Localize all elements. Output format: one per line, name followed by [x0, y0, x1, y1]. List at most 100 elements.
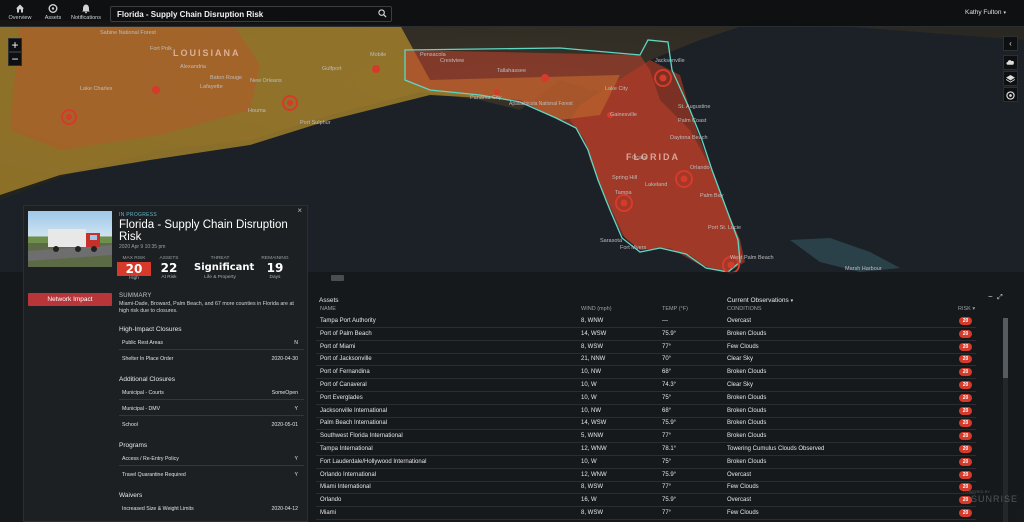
asset-name: Orlando: [320, 497, 342, 504]
stat-max-risk: MAX RISK 20 High: [115, 256, 153, 281]
asset-name: Orlando International: [320, 471, 377, 478]
nav-assets[interactable]: Assets: [37, 3, 69, 21]
city-label: Lakeland: [645, 182, 668, 188]
zoom-in-button[interactable]: +: [8, 38, 22, 52]
col-header-name[interactable]: NAME: [320, 306, 336, 312]
nav-overview[interactable]: Overview: [4, 3, 36, 21]
table-row[interactable]: Palm Beach International 14, WSW 75.9° Brok…: [316, 417, 976, 431]
asset-name: Port of Palm Beach: [320, 330, 372, 337]
col-header-temp[interactable]: TEMP (°F): [662, 306, 688, 312]
table-row[interactable]: Southwest Florida International 5, WNW 77°…: [316, 430, 976, 444]
table-row[interactable]: Tampa Port Authority 8, WNW — Overcast 20: [316, 315, 976, 328]
wind-value: 12, WNW: [581, 471, 607, 478]
search-icon[interactable]: [378, 9, 387, 18]
asset-name: Port of Miami: [320, 343, 356, 350]
nav-notifications[interactable]: Notifications: [70, 3, 102, 21]
collapse-panel-button[interactable]: ‹: [1003, 36, 1018, 51]
city-label: West Palm Beach: [730, 255, 774, 261]
city-label: Mobile: [370, 52, 387, 58]
row-value: 2020-04-30: [271, 356, 298, 362]
table-row[interactable]: Port Everglades 10, W 75° Broken Clouds 20: [316, 392, 976, 405]
asset-name: Fort Lauderdale/Hollywood International: [320, 458, 427, 465]
wind-value: 10, W: [581, 382, 597, 388]
asset-name: Jacksonville International: [320, 407, 388, 414]
col-header-risk[interactable]: RISK ▾: [958, 306, 975, 312]
status-badge: IN PROGRESS: [119, 212, 158, 218]
conditions-value: Broken Clouds: [727, 433, 767, 440]
table-row[interactable]: Orlando International 12, WNW 75.9° Overcas…: [316, 469, 976, 482]
table-row[interactable]: Miami International 8, WSW 77° Few Clouds 20: [316, 481, 976, 495]
temp-value: 77°: [662, 433, 672, 440]
row-label: Travel Quarantine Required: [122, 472, 186, 478]
event-date: 2020 Apr 9 10:35 pm: [119, 244, 166, 250]
asset-name: Miami International: [320, 484, 371, 491]
city-label: St. Augustine: [678, 104, 711, 110]
chevron-left-icon: ‹: [1009, 39, 1012, 48]
risk-badge: 20: [959, 393, 972, 402]
row-value: Y: [294, 456, 298, 462]
row-label: Public Rest Areas: [122, 340, 163, 346]
network-impact-button[interactable]: Network Impact: [28, 293, 112, 306]
section-row: Municipal - Courts SomeOpen: [122, 390, 302, 396]
nav-assets-label: Assets: [44, 15, 62, 21]
table-row[interactable]: Orlando 16, W 75.9° Overcast 20: [316, 494, 976, 508]
table-row[interactable]: Jacksonville International 10, NW 68° Broke…: [316, 405, 976, 418]
city-label: Gainesville: [610, 112, 637, 118]
wind-value: 10, NW: [581, 369, 602, 376]
truck-image: [28, 229, 112, 267]
layers-button[interactable]: [1003, 71, 1018, 86]
row-label: School: [122, 422, 138, 428]
asset-name: Southwest Florida International: [320, 433, 403, 440]
row-label: Municipal - Courts: [122, 390, 164, 396]
conditions-value: Clear Sky: [727, 356, 754, 363]
temp-value: 75.9°: [662, 497, 677, 504]
table-row[interactable]: Port of Fernandina 10, NW 68° Broken Clouds…: [316, 366, 976, 380]
city-label: Alexandria: [180, 64, 206, 70]
table-row[interactable]: Miami 8, WSW 77° Few Clouds 20: [316, 507, 976, 520]
expand-icon[interactable]: ⤢: [997, 294, 1003, 301]
row-value: Y: [294, 406, 298, 412]
close-icon[interactable]: ×: [297, 206, 302, 215]
table-row[interactable]: Port of Miami 8, WSW 77° Few Clouds 20: [316, 341, 976, 354]
section-row: Shelter In Place Order 2020-04-30: [122, 356, 302, 362]
temp-value: 77°: [662, 510, 672, 516]
city-label: Port St. Lucie: [708, 225, 742, 231]
wind-value: 10, W: [581, 394, 597, 401]
stat-sub: At Risk: [161, 275, 177, 280]
nav-notifications-label: Notifications: [71, 15, 101, 21]
legend-button[interactable]: [1003, 87, 1018, 102]
conditions-value: Broken Clouds: [727, 394, 767, 401]
current-observations-dropdown[interactable]: Current Observations ▾: [727, 297, 793, 304]
minimize-icon[interactable]: −: [988, 292, 993, 301]
row-label: Access / Re-Entry Policy: [122, 456, 179, 462]
panel-resize-handle[interactable]: [331, 275, 344, 281]
col-header-conditions[interactable]: CONDITIONS: [727, 306, 762, 312]
user-menu[interactable]: Kathy Fulton ▾: [965, 9, 1006, 16]
asset-name: Port of Canaveral: [320, 382, 367, 388]
summary-text: Miami-Dade, Broward, Palm Beach, and 67 …: [119, 301, 294, 314]
stat-value: 22: [160, 261, 178, 275]
city-label: Lake Charles: [80, 86, 113, 92]
section-heading: Programs: [119, 442, 148, 449]
temp-value: 77°: [662, 484, 672, 491]
conditions-value: Few Clouds: [727, 510, 759, 516]
col-header-wind[interactable]: WIND (mph): [581, 306, 612, 312]
table-row[interactable]: Port of Jacksonville 21, NNW 70° Clear Sky 2…: [316, 353, 976, 367]
table-row[interactable]: Port of Canaveral 10, W 74.3° Clear Sky 20: [316, 379, 976, 392]
table-scroll-thumb[interactable]: [1003, 318, 1008, 378]
search-value: Florida - Supply Chain Disruption Risk: [117, 10, 264, 19]
chevron-down-icon: ▾: [790, 298, 794, 304]
table-row[interactable]: Port of Palm Beach 14, WSW 75.9° Broken Clo…: [316, 328, 976, 341]
table-row[interactable]: Fort Lauderdale/Hollywood International 1…: [316, 456, 976, 469]
city-label: Jacksonville: [655, 58, 685, 64]
table-row[interactable]: Tampa International 12, WNW 78.1° Towering …: [316, 443, 976, 456]
user-name: Kathy Fulton: [964, 9, 1002, 16]
stat-sub: Life & Property: [204, 275, 236, 280]
weather-layer-button[interactable]: [1003, 55, 1018, 70]
wind-value: 10, NW: [581, 407, 602, 414]
zoom-out-button[interactable]: −: [8, 52, 22, 66]
city-label: Lake City: [605, 86, 628, 92]
search-input[interactable]: Florida - Supply Chain Disruption Risk: [110, 6, 392, 22]
city-label: Houma: [248, 108, 266, 114]
risk-badge: 20: [959, 432, 972, 441]
